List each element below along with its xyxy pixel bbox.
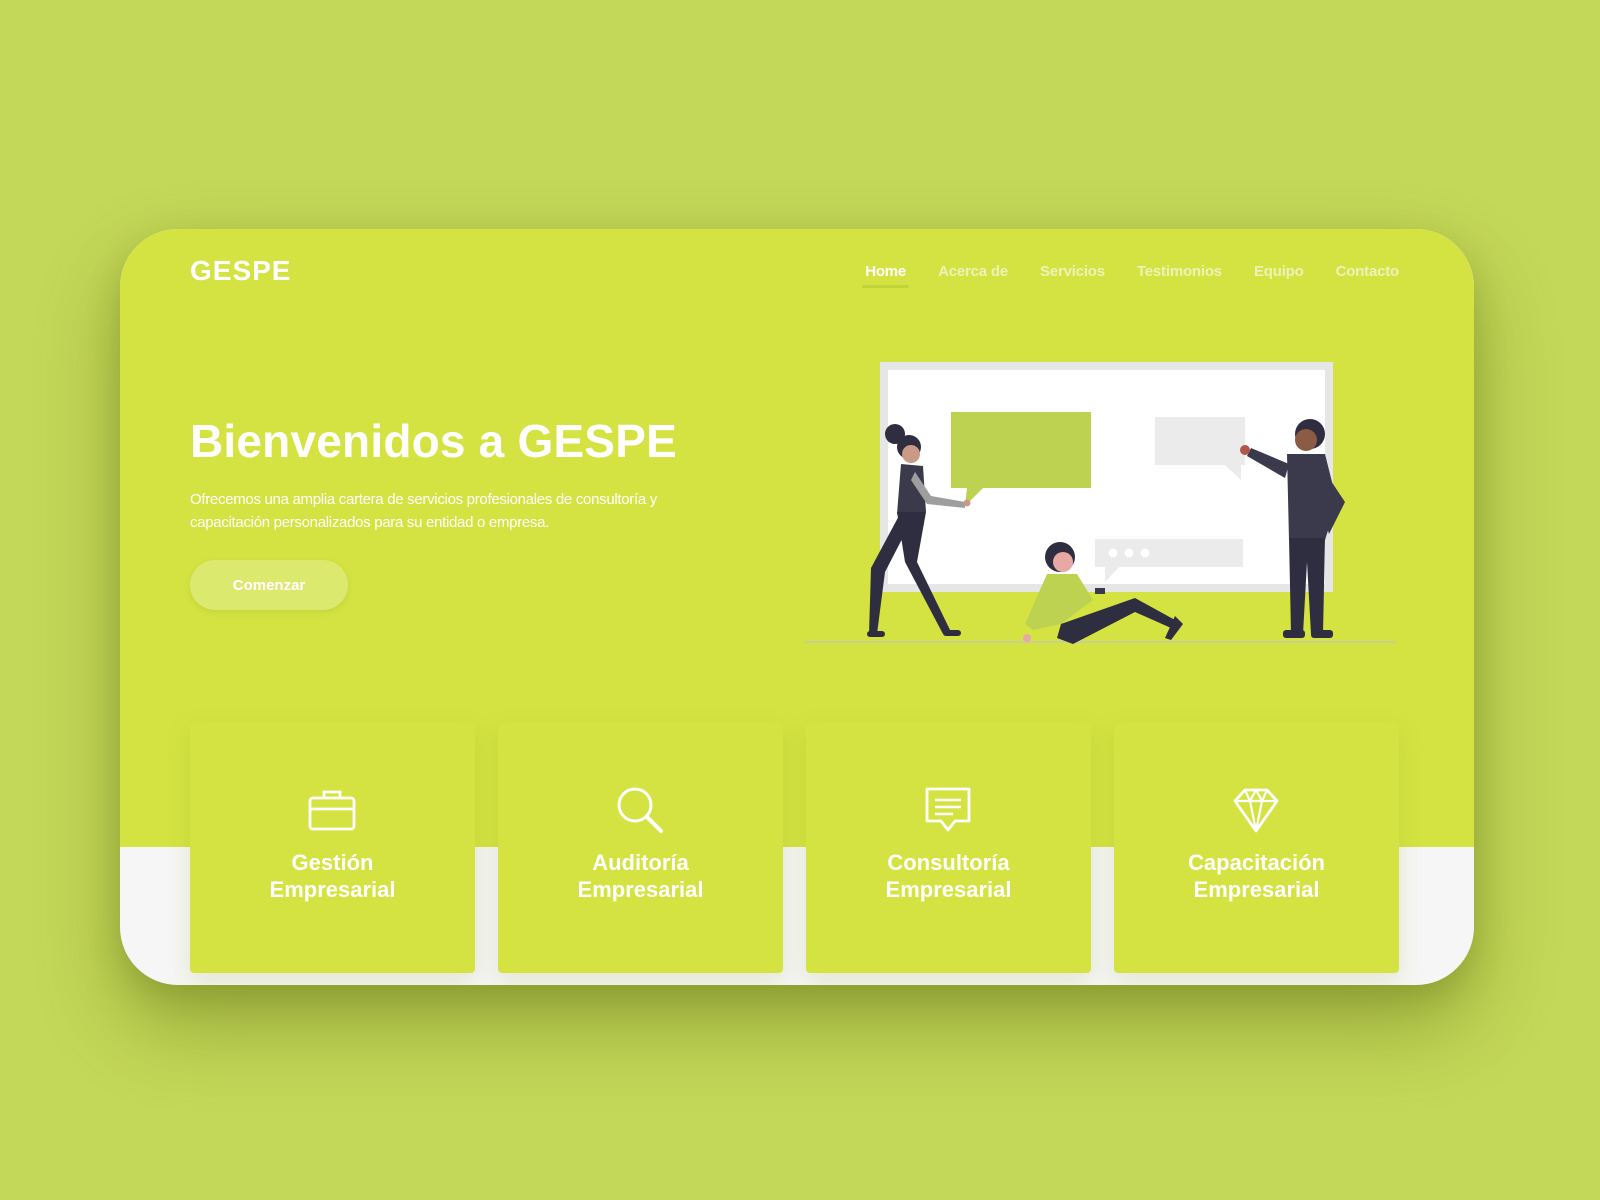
service-card-gestion[interactable]: Gestión Empresarial (190, 723, 475, 973)
search-icon (617, 787, 663, 833)
service-card-title: Consultoría Empresarial (885, 850, 1012, 902)
hero-description: Ofrecemos una amplia cartera de servicio… (190, 491, 657, 531)
service-card-title: Capacitación Empresarial (1188, 850, 1325, 902)
speech-bubble-green (951, 412, 1091, 488)
diamond-icon (1233, 788, 1279, 833)
hero-title: Bienvenidos a GESPE (190, 415, 677, 467)
nav-item-servicios[interactable]: Servicios (1040, 263, 1105, 288)
service-card-consultoria[interactable]: Consultoría Empresarial (806, 723, 1091, 973)
nav-item-contacto[interactable]: Contacto (1336, 263, 1400, 288)
main-nav: Home Acerca de Servicios Testimonios Equ… (833, 263, 1399, 288)
website-window: GESPE Home Acerca de Servicios Testimoni… (120, 229, 1474, 985)
service-card-title: Auditoría Empresarial (577, 850, 704, 902)
nav-item-home[interactable]: Home (862, 263, 909, 288)
presentation-team-illustration (805, 362, 1395, 644)
service-card-capacitacion[interactable]: Capacitación Empresarial (1114, 723, 1399, 973)
nav-item-equipo[interactable]: Equipo (1254, 263, 1304, 288)
services-cards: Gestión Empresarial Auditoría Empresaria… (190, 723, 1400, 973)
service-card-auditoria[interactable]: Auditoría Empresarial (498, 723, 783, 973)
service-card-title: Gestión Empresarial (269, 850, 396, 902)
chat-icon (925, 787, 971, 832)
speech-bubble-grey (1155, 417, 1245, 465)
nav-item-testimonios[interactable]: Testimonios (1137, 263, 1222, 288)
brand-logo[interactable]: GESPE (190, 255, 291, 287)
nav-item-acerca-de[interactable]: Acerca de (938, 263, 1008, 288)
comenzar-button[interactable]: Comenzar (190, 560, 348, 610)
briefcase-icon (308, 790, 356, 831)
